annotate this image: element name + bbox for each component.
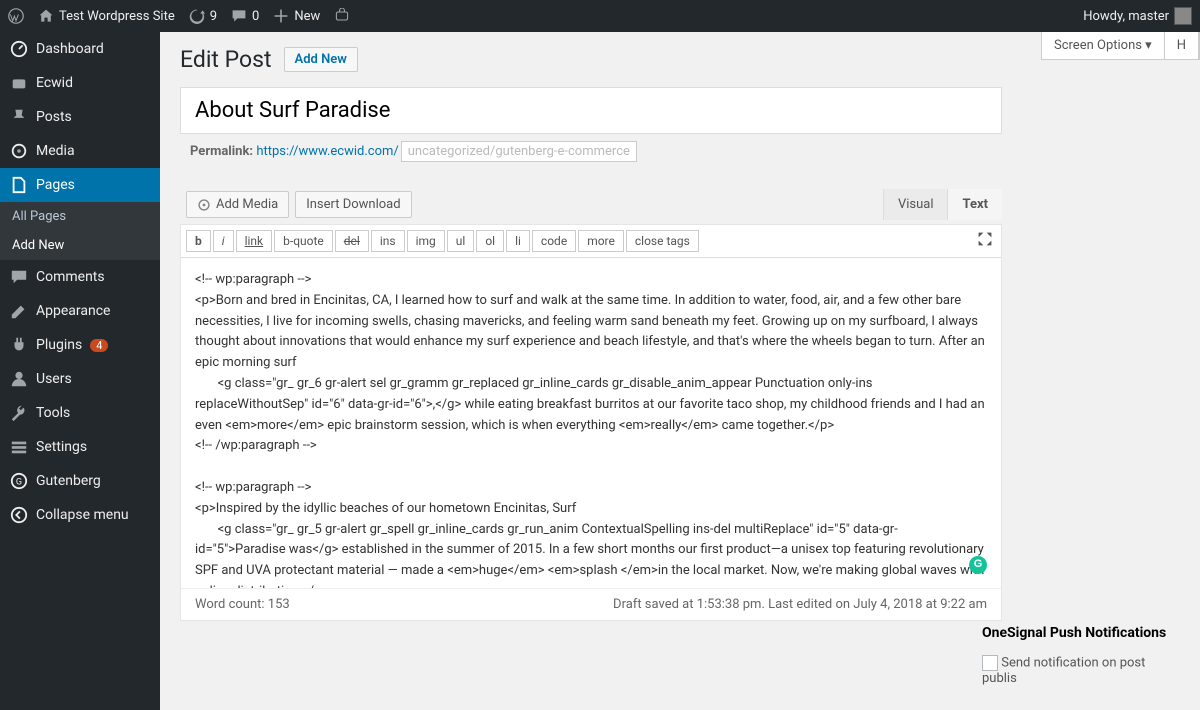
cart-link[interactable] xyxy=(334,8,350,24)
settings-icon xyxy=(10,438,28,456)
onesignal-checkbox[interactable] xyxy=(982,655,998,671)
sidebar-item-pages[interactable]: Pages xyxy=(0,168,160,202)
sidebar-item-plugins[interactable]: Plugins4 xyxy=(0,328,160,362)
add-new-button[interactable]: Add New xyxy=(284,47,358,72)
sidebar-collapse[interactable]: Collapse menu xyxy=(0,498,160,532)
qt-li[interactable]: li xyxy=(506,230,530,252)
site-link[interactable]: Test Wordpress Site xyxy=(38,8,175,24)
gutenberg-icon: G xyxy=(10,472,28,490)
svg-text:G: G xyxy=(16,478,22,488)
fullscreen-button[interactable] xyxy=(974,230,996,252)
qt-del[interactable]: del xyxy=(335,230,369,252)
qt-i[interactable]: i xyxy=(213,230,234,252)
plus-icon xyxy=(273,8,289,24)
grammarly-icon[interactable] xyxy=(969,556,987,574)
qt-ins[interactable]: ins xyxy=(371,230,405,252)
cart-icon xyxy=(334,8,350,24)
editor-textarea[interactable]: <!-- wp:paragraph --> <p>Born and bred i… xyxy=(181,258,1001,588)
sidebar-pages-sub: All Pages Add New xyxy=(0,202,160,260)
text-tab[interactable]: Text xyxy=(947,189,1002,220)
pages-icon xyxy=(10,176,28,194)
qt-b[interactable]: b xyxy=(186,230,211,252)
qt-ol[interactable]: ol xyxy=(476,230,504,252)
add-media-button[interactable]: Add Media xyxy=(186,191,289,218)
quicktags-toolbar: b i link b-quote del ins img ul ol li co… xyxy=(181,225,1001,258)
sidebar-item-dashboard[interactable]: Dashboard xyxy=(0,32,160,66)
dashboard-icon xyxy=(10,40,28,58)
onesignal-title: OneSignal Push Notifications xyxy=(982,621,1180,645)
updates-icon xyxy=(189,8,205,24)
collapse-icon xyxy=(10,506,28,524)
wp-logo[interactable] xyxy=(8,8,24,24)
home-icon xyxy=(38,8,54,24)
onesignal-box: OneSignal Push Notifications Send notifi… xyxy=(982,621,1180,696)
main-content: Screen Options ▾H Edit Post Add New Perm… xyxy=(160,32,1200,710)
sidebar-item-settings[interactable]: Settings xyxy=(0,430,160,464)
admin-bar: Test Wordpress Site 9 0 New Howdy, maste… xyxy=(0,0,1200,32)
insert-download-button[interactable]: Insert Download xyxy=(295,191,411,218)
sidebar-item-media[interactable]: Media xyxy=(0,134,160,168)
sidebar-sub-add-new[interactable]: Add New xyxy=(0,231,160,260)
plugins-badge: 4 xyxy=(90,339,108,352)
howdy[interactable]: Howdy, master xyxy=(1083,7,1192,25)
sidebar-item-users[interactable]: Users xyxy=(0,362,160,396)
editor-statusbar: Word count: 153 Draft saved at 1:53:38 p… xyxy=(181,588,1001,620)
editor: b i link b-quote del ins img ul ol li co… xyxy=(180,224,1002,621)
qt-more[interactable]: more xyxy=(578,230,624,252)
sidebar-item-tools[interactable]: Tools xyxy=(0,396,160,430)
comments-link[interactable]: 0 xyxy=(231,8,259,24)
qt-code[interactable]: code xyxy=(532,230,576,252)
screen-options-tabs: Screen Options ▾H xyxy=(1041,32,1200,60)
sidebar-item-appearance[interactable]: Appearance xyxy=(0,294,160,328)
sidebar-item-ecwid[interactable]: Ecwid xyxy=(0,66,160,100)
post-title-input[interactable] xyxy=(180,87,1002,134)
qt-bquote[interactable]: b-quote xyxy=(274,230,333,252)
wordpress-icon xyxy=(8,8,24,24)
sidebar-sub-all-pages[interactable]: All Pages xyxy=(0,202,160,231)
media-icon xyxy=(197,198,211,212)
avatar xyxy=(1174,7,1192,25)
qt-close[interactable]: close tags xyxy=(626,230,699,252)
permalink-row: Permalink: https://www.ecwid.com/uncateg… xyxy=(180,140,1002,163)
sidebar-item-comments[interactable]: Comments xyxy=(0,260,160,294)
visual-tab[interactable]: Visual xyxy=(883,189,948,220)
qt-ul[interactable]: ul xyxy=(447,230,475,252)
appearance-icon xyxy=(10,302,28,320)
help-button[interactable]: H xyxy=(1165,32,1199,59)
sidebar-item-gutenberg[interactable]: GGutenberg xyxy=(0,464,160,498)
new-link[interactable]: New xyxy=(273,8,320,24)
users-icon xyxy=(10,370,28,388)
media-icon xyxy=(10,142,28,160)
admin-sidebar: Dashboard Ecwid Posts Media Pages All Pa… xyxy=(0,32,160,710)
permalink-slug[interactable]: uncategorized/gutenberg-e-commerce xyxy=(401,141,637,162)
page-heading: Edit Post xyxy=(180,46,272,73)
ecwid-icon xyxy=(10,74,28,92)
plugin-icon xyxy=(10,336,28,354)
comment-icon xyxy=(10,268,28,286)
tools-icon xyxy=(10,404,28,422)
permalink-base[interactable]: https://www.ecwid.com/ xyxy=(256,144,398,159)
pin-icon xyxy=(10,108,28,126)
updates-link[interactable]: 9 xyxy=(189,8,217,24)
qt-link[interactable]: link xyxy=(236,230,273,252)
qt-img[interactable]: img xyxy=(407,230,445,252)
sidebar-item-posts[interactable]: Posts xyxy=(0,100,160,134)
comment-icon xyxy=(231,8,247,24)
site-name: Test Wordpress Site xyxy=(59,9,175,24)
expand-icon xyxy=(977,231,993,247)
screen-options-button[interactable]: Screen Options ▾ xyxy=(1042,32,1165,59)
